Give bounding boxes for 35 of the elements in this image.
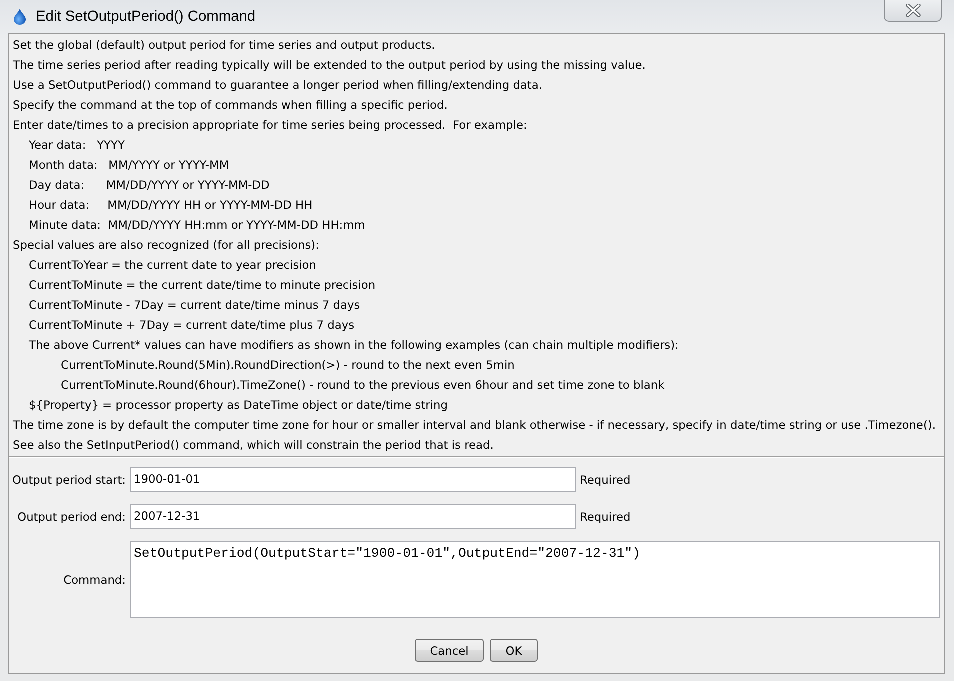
description-text: The time zone is by default the computer time zone for hour or smaller interval and blank otherwise - if necessary, specify in date/time string or use .Timezone(). bbox=[13, 417, 936, 434]
description-text: CurrentToMinute.Round(5Min).RoundDirection(>) - round to the next even 5min bbox=[61, 357, 515, 374]
description-text: Use a SetOutputPeriod() command to guarantee a longer period when filling/extending data. bbox=[13, 77, 542, 94]
required-note: Required bbox=[580, 472, 631, 486]
required-note: Required bbox=[580, 510, 631, 524]
description-text: Hour data: MM/DD/YYYY HH or YYYY-MM-DD HH bbox=[29, 197, 313, 214]
text-field[interactable]: 1900-01-01 bbox=[130, 467, 576, 492]
description-text: CurrentToMinute + 7Day = current date/time plus 7 days bbox=[29, 317, 354, 334]
description-text: Enter date/times to a precision appropriate for time series being processed. For example: bbox=[13, 117, 528, 134]
description-text: CurrentToMinute.Round(6hour).TimeZone() - round to the previous even 6hour and set time zone to blank bbox=[61, 377, 665, 394]
description-text: See also the SetInputPeriod() command, which will constrain the period that is read. bbox=[13, 437, 494, 454]
dialog-button[interactable]: Cancel bbox=[415, 639, 484, 662]
command-field[interactable]: SetOutputPeriod(OutputStart="1900-01-01",OutputEnd="2007-12-31") bbox=[130, 541, 940, 618]
description-text: Minute data: MM/DD/YYYY HH:mm or YYYY-MM-DD HH:mm bbox=[29, 217, 366, 234]
description-text: Day data: MM/DD/YYYY or YYYY-MM-DD bbox=[29, 177, 270, 194]
description-text: The above Current* values can have modifiers as shown in the following examples (can chain multiple modifiers): bbox=[29, 337, 679, 354]
dialog-button[interactable]: OK bbox=[490, 639, 538, 662]
water-drop-icon bbox=[14, 9, 26, 25]
field-label: Output period end: bbox=[18, 510, 126, 524]
description-text: Specify the command at the top of commands when filling a specific period. bbox=[13, 97, 448, 114]
close-button[interactable] bbox=[884, 0, 942, 22]
description-text: CurrentToYear = the current date to year precision bbox=[29, 257, 316, 274]
field-label: Output period start: bbox=[12, 472, 126, 486]
description-text: ${Property} = processor property as DateTime object or date/time string bbox=[29, 397, 448, 414]
text-field[interactable]: 2007-12-31 bbox=[130, 504, 576, 529]
field-label: Command: bbox=[64, 572, 126, 586]
close-icon bbox=[906, 4, 920, 17]
window-title: Edit SetOutputPeriod() Command bbox=[36, 8, 256, 26]
description-text: Month data: MM/YYYY or YYYY-MM bbox=[29, 157, 230, 174]
description-text: CurrentToMinute = the current date/time to minute precision bbox=[29, 277, 376, 294]
description-text: The time series period after reading typically will be extended to the output period by using the missing value. bbox=[13, 57, 646, 74]
description-text: Year data: YYYY bbox=[29, 137, 125, 154]
description-text: Set the global (default) output period for time series and output products. bbox=[13, 37, 436, 54]
description-text: CurrentToMinute - 7Day = current date/time minus 7 days bbox=[29, 297, 360, 314]
description-text: Special values are also recognized (for all precisions): bbox=[13, 237, 320, 254]
